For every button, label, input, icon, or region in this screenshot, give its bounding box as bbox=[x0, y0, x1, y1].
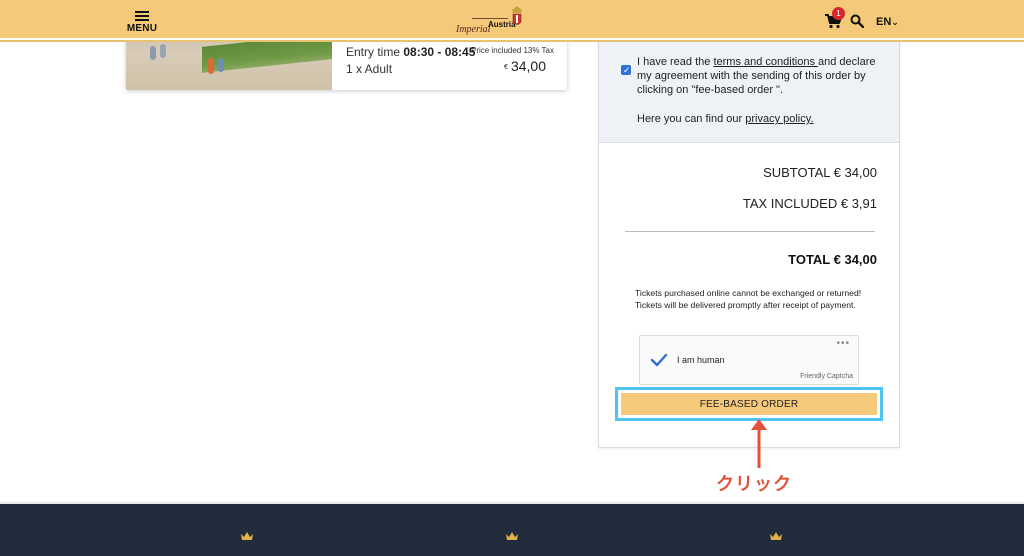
click-annotation: クリック bbox=[716, 474, 792, 495]
notice-line-2: Tickets will be delivered promptly after… bbox=[635, 300, 856, 310]
photo-person bbox=[218, 58, 224, 72]
imperial-austria-logo[interactable]: Imperial Austria bbox=[452, 4, 532, 38]
privacy-policy-link[interactable]: privacy policy. bbox=[745, 113, 813, 125]
search-icon[interactable] bbox=[850, 14, 864, 28]
logo-imperial-text: Imperial bbox=[456, 24, 491, 35]
entry-time-label: Entry time bbox=[346, 45, 401, 59]
terms-prefix: I have read the bbox=[637, 56, 714, 68]
price-value: 34,00 bbox=[510, 58, 546, 74]
language-selector[interactable]: EN⌄ bbox=[876, 16, 899, 28]
ticket-price: €34,00 bbox=[504, 58, 546, 74]
privacy-prefix: Here you can find our bbox=[637, 113, 746, 125]
more-options-icon[interactable]: ••• bbox=[836, 338, 850, 349]
button-highlight-frame: FEE-BASED ORDER bbox=[615, 387, 883, 421]
subtotal: SUBTOTAL € 34,00 bbox=[763, 165, 877, 180]
order-summary-panel: ✓ I have read the terms and conditions a… bbox=[598, 24, 900, 448]
captcha-label: I am human bbox=[677, 355, 725, 365]
checkmark-icon bbox=[650, 353, 668, 367]
check-icon: ✓ bbox=[623, 65, 631, 75]
friendly-captcha-widget[interactable]: I am human ••• Friendly Captcha bbox=[639, 335, 859, 385]
terms-checkbox[interactable]: ✓ bbox=[621, 65, 631, 75]
language-label: EN bbox=[876, 16, 892, 28]
site-header: MENU Imperial Austria 1 EN⌄ bbox=[0, 0, 1024, 40]
terms-agreement-text: I have read the terms and conditions and… bbox=[637, 55, 887, 97]
logo-divider bbox=[472, 18, 508, 19]
menu-button[interactable]: MENU bbox=[126, 11, 158, 34]
entry-time-value: 08:30 - 08:45 bbox=[403, 45, 476, 59]
captcha-brand: Friendly Captcha bbox=[800, 373, 853, 380]
terms-box: ✓ I have read the terms and conditions a… bbox=[599, 25, 899, 143]
fee-based-order-button[interactable]: FEE-BASED ORDER bbox=[621, 393, 877, 415]
chevron-down-icon: ⌄ bbox=[891, 17, 899, 27]
ticket-notice: Tickets purchased online cannot be excha… bbox=[635, 287, 875, 311]
arrow-up-icon bbox=[751, 419, 767, 468]
totals-divider bbox=[625, 231, 875, 232]
tax-note: Price included 13% Tax bbox=[470, 46, 554, 55]
privacy-text: Here you can find our privacy policy. bbox=[637, 113, 814, 125]
crest-icon bbox=[512, 6, 522, 25]
ticket-quantity: 1 x Adult bbox=[346, 62, 393, 76]
price-currency: € bbox=[504, 63, 508, 71]
terms-and-conditions-link[interactable]: terms and conditions bbox=[713, 56, 818, 68]
crown-icon bbox=[241, 532, 253, 540]
crown-icon bbox=[770, 532, 782, 540]
order-total: TOTAL € 34,00 bbox=[788, 252, 877, 267]
cart-count-badge: 1 bbox=[832, 7, 845, 20]
menu-label: MENU bbox=[126, 23, 158, 34]
hamburger-icon bbox=[135, 11, 149, 21]
photo-person bbox=[208, 58, 214, 74]
crown-icon bbox=[506, 532, 518, 540]
entry-time-row: Entry time 08:30 - 08:45 bbox=[346, 45, 475, 59]
notice-line-1: Tickets purchased online cannot be excha… bbox=[635, 288, 862, 298]
photo-person bbox=[160, 44, 166, 58]
photo-person bbox=[150, 46, 156, 60]
tax-included: TAX INCLUDED € 3,91 bbox=[742, 196, 877, 211]
site-footer bbox=[0, 502, 1024, 556]
